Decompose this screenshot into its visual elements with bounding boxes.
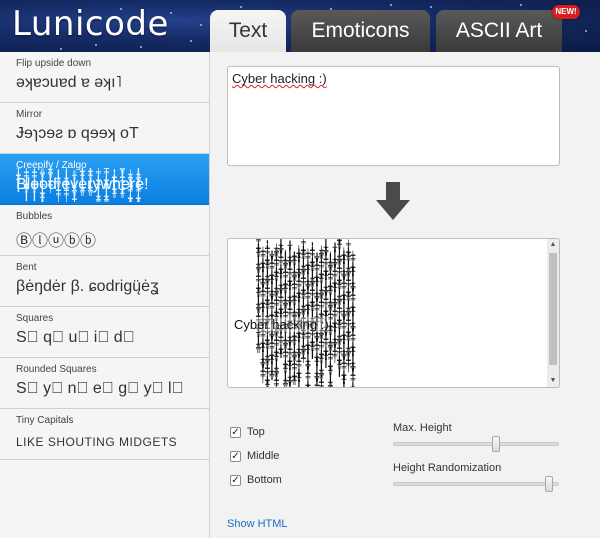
star-decoration xyxy=(520,4,522,6)
star-decoration xyxy=(170,12,172,14)
max-height-label: Max. Height xyxy=(393,422,452,434)
star-decoration xyxy=(120,8,122,10)
star-decoration xyxy=(430,6,432,8)
checkmark-icon[interactable]: ✓ xyxy=(230,474,241,486)
scroll-up-icon[interactable]: ▲ xyxy=(549,241,557,249)
slider-knob[interactable] xyxy=(545,476,553,492)
tab-emoticons[interactable]: Emoticons xyxy=(291,10,430,52)
sidebar-item-label: Bubbles xyxy=(16,211,53,222)
height-randomization-slider[interactable] xyxy=(393,476,559,492)
sidebar-item-squares[interactable]: Squares S⃞ q⃞ u⃞ i⃞ d⃞ xyxy=(0,307,209,358)
star-decoration xyxy=(390,4,392,6)
zalgo-column: ┿╪╎╋╫¦┃┼╬╏┿╪╎╋╫¦┃┼╬╏┿╪╎╋╫¦┃┼╬╏┿╪╎╋╫¦┃ xyxy=(350,251,356,388)
sidebar-item-label: Squares xyxy=(16,313,54,324)
sidebar-item-preview: S⃣ y⃣ n⃣ e⃣ g⃣ y⃣ l⃣ xyxy=(16,380,184,397)
sidebar-item-preview: Ɉɘɿɔɘƨ ɒ qɘɘʞ oT xyxy=(16,125,139,142)
sidebar-item-rounded-squares[interactable]: Rounded Squares S⃣ y⃣ n⃣ e⃣ g⃣ y⃣ l⃣ xyxy=(0,358,209,409)
sidebar-item-label: Mirror xyxy=(16,109,43,120)
sidebar-item-mirror[interactable]: Mirror Ɉɘɿɔɘƨ ɒ qɘɘʞ oT xyxy=(0,103,209,154)
sidebar-item-label: Flip upside down xyxy=(16,58,92,69)
option-bottom[interactable]: ✓ Bottom xyxy=(230,472,282,488)
new-badge: NEW! xyxy=(552,5,580,19)
checkmark-icon[interactable]: ✓ xyxy=(230,426,241,438)
output-text: Cyber hacking :) xyxy=(234,317,329,332)
slider-knob[interactable] xyxy=(492,436,500,452)
tab-text[interactable]: Text xyxy=(210,10,286,52)
sidebar-item-preview: βėŋdėr β. ɕodrigų̈ėʓ xyxy=(16,278,159,295)
height-randomization-label: Height Randomization xyxy=(393,462,502,474)
output-scrollbar[interactable]: ▲ ▼ xyxy=(547,239,559,387)
sidebar-item-preview: LIKE SHOUTING MIDGETS xyxy=(16,435,178,449)
checkmark-icon[interactable]: ✓ xyxy=(230,450,241,462)
star-decoration xyxy=(240,6,242,8)
max-height-slider[interactable] xyxy=(393,436,559,452)
output-textarea[interactable]: ╪╎╋╫¦┃┼╬╏┿╪╎╋╫¦┃┼╬╏┿╪╎╋╫¦┃┼╬ ┿╪╎╋╫¦┃┼╬╏┿╪… xyxy=(227,238,560,388)
star-decoration xyxy=(150,30,152,32)
star-decoration xyxy=(585,30,587,32)
option-label: Middle xyxy=(247,450,280,462)
show-html-link[interactable]: Show HTML xyxy=(227,518,288,530)
sidebar-item-tiny-capitals[interactable]: Tiny Capitals LIKE SHOUTING MIDGETS xyxy=(0,409,209,460)
zalgo-overlay: ╪╎╋╫¦┃┼╬╏┿╪╎╋╫¦┃┼╬╏┿╪╎╋╫¦┃┼╬ ┿╪╎╋╫¦┃┼╬╏┿╪… xyxy=(232,239,532,388)
sidebar-item-label: Bent xyxy=(16,262,37,273)
sidebar-item-label: Creepify / Zalgo xyxy=(16,160,87,171)
sidebar-item-preview: Blood everywhere! xyxy=(16,176,149,193)
star-decoration xyxy=(190,40,192,42)
option-label: Bottom xyxy=(247,474,282,486)
star-decoration xyxy=(140,46,142,48)
option-label: Top xyxy=(247,426,265,438)
scroll-down-icon[interactable]: ▼ xyxy=(549,377,557,385)
option-top[interactable]: ✓ Top xyxy=(230,424,265,440)
main-panel: Cyber hacking :) ╪╎╋╫¦┃┼╬╏┿╪╎╋╫¦┃┼╬╏┿╪╎╋… xyxy=(210,52,600,538)
star-decoration xyxy=(60,48,62,50)
sidebar-item-bent[interactable]: Bent βėŋdėr β. ɕodrigų̈ėʓ xyxy=(0,256,209,307)
star-decoration xyxy=(200,24,202,26)
tab-ascii-art[interactable]: ASCII Art xyxy=(436,10,562,52)
input-text: Cyber hacking :) xyxy=(232,71,327,86)
arrow-down-icon xyxy=(376,182,410,220)
sidebar-item-preview: S⃞ q⃞ u⃞ i⃞ d⃞ xyxy=(16,329,135,346)
sidebar-item-preview: Ⓑⓛⓤⓑⓑ xyxy=(16,233,97,250)
sidebar-item-creepify[interactable]: ╪╎╋╫¦┃┿╪╎╋╫¦┃╏┿╪╎╋╫¦┃╬╏┿╪╎╋╫¦┃┼╬╏┿╪╎┃┼╬╏… xyxy=(0,154,209,205)
sidebar-item-label: Rounded Squares xyxy=(16,364,97,375)
sidebar-item-flip[interactable]: Flip upside down ǝʞɐɔuɐd ɐ ǝʞı˥ xyxy=(0,52,209,103)
sidebar-item-bubbles[interactable]: Bubbles Ⓑⓛⓤⓑⓑ xyxy=(0,205,209,256)
star-decoration xyxy=(95,44,97,46)
app-logo[interactable]: Lunicode xyxy=(12,4,169,44)
sidebar-item-preview: ǝʞɐɔuɐd ɐ ǝʞı˥ xyxy=(16,74,122,91)
sidebar-item-label: Tiny Capitals xyxy=(16,415,74,426)
style-sidebar: Flip upside down ǝʞɐɔuɐd ɐ ǝʞı˥ Mirror Ɉ… xyxy=(0,52,210,538)
scroll-thumb[interactable] xyxy=(549,253,557,365)
input-textarea[interactable]: Cyber hacking :) xyxy=(227,66,560,166)
option-middle[interactable]: ✓ Middle xyxy=(230,448,279,464)
